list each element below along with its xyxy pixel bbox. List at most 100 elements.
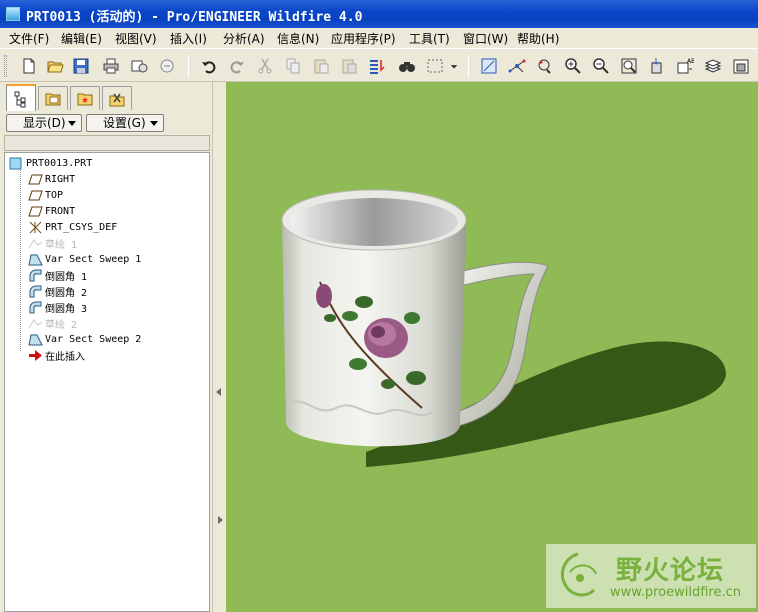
sketch-icon (27, 236, 43, 250)
tree-filter-bar[interactable] (4, 135, 210, 151)
new-icon[interactable] (18, 55, 40, 77)
tree-item-label: FRONT (45, 205, 76, 217)
saved-views-icon[interactable] (646, 55, 668, 77)
panel-splitter[interactable] (212, 82, 226, 612)
sweep-icon (27, 332, 43, 346)
tree-item-right[interactable]: RIGHT (27, 171, 75, 187)
refit-icon[interactable] (618, 55, 640, 77)
tree-item-label: 在此插入 (45, 351, 85, 363)
round-icon (27, 284, 43, 298)
forum-watermark: 野火论坛 www.proewildfire.cn (546, 544, 756, 608)
connections-tab-icon[interactable] (102, 86, 132, 110)
model-tree: PRT0013.PRT RIGHT TOP FRONT PRT_CSYS_DEF… (4, 152, 210, 612)
chevron-down-icon (150, 121, 158, 126)
datum-plane-icon (27, 188, 43, 202)
sketch-icon (27, 316, 43, 330)
tree-item-label: 倒圆角 2 (45, 287, 88, 299)
expand-right-icon[interactable] (218, 516, 223, 524)
redo-icon[interactable] (226, 55, 248, 77)
menu-window[interactable]: 窗口(W) (463, 30, 508, 47)
datum-plane-icon (27, 204, 43, 218)
toolbar-separator (188, 55, 189, 77)
round-icon (27, 300, 43, 314)
tree-item-sketch-2[interactable]: 草绘 2 (27, 315, 77, 331)
settings-label: 设置(G) (103, 116, 146, 130)
open-icon[interactable] (44, 55, 66, 77)
insert-here-icon (27, 348, 43, 362)
tree-item-part[interactable]: PRT0013.PRT (8, 155, 92, 171)
cut-icon[interactable] (254, 55, 276, 77)
find-icon[interactable] (396, 55, 418, 77)
mug-model-view (281, 189, 726, 467)
favorites-tab-icon[interactable] (70, 86, 100, 110)
toolbar-grip[interactable] (4, 55, 7, 77)
display-dropdown[interactable]: 显示(D) (6, 114, 82, 132)
toolbar-separator (468, 55, 469, 77)
menu-insert[interactable]: 插入(I) (170, 30, 207, 47)
tree-item-insert-here[interactable]: 在此插入 (27, 347, 85, 363)
undo-icon[interactable] (198, 55, 220, 77)
forum-logo-icon (561, 552, 597, 597)
menu-analysis[interactable]: 分析(A) (223, 30, 265, 47)
tree-item-round-3[interactable]: 倒圆角 3 (27, 299, 87, 315)
select-box-icon[interactable] (424, 55, 446, 77)
regenerate-icon[interactable] (366, 55, 388, 77)
paste-icon[interactable] (310, 55, 332, 77)
orient-icon[interactable] (534, 55, 556, 77)
tree-item-label: TOP (45, 189, 64, 201)
tree-item-var-sect-sweep-1[interactable]: Var Sect Sweep 1 (27, 251, 141, 267)
menu-help[interactable]: 帮助(H) (517, 30, 559, 47)
folder-browser-tab-icon[interactable] (38, 86, 68, 110)
tree-item-label: 倒圆角 3 (45, 303, 88, 315)
menu-info[interactable]: 信息(N) (277, 30, 319, 47)
view-manager-icon[interactable] (730, 55, 752, 77)
menu-applications[interactable]: 应用程序(P) (331, 30, 396, 47)
display-label: 显示(D) (23, 116, 66, 130)
graphics-window[interactable] (226, 82, 758, 612)
title-bar: PRT0013 (活动的) - Pro/ENGINEER Wildfire 4.… (0, 0, 758, 28)
mail-icon[interactable] (156, 55, 178, 77)
layers-icon[interactable] (702, 55, 724, 77)
tree-item-var-sect-sweep-2[interactable]: Var Sect Sweep 2 (27, 331, 141, 347)
send-mail-icon[interactable] (128, 55, 150, 77)
repaint-icon[interactable] (478, 55, 500, 77)
named-views-icon[interactable]: AB (674, 55, 696, 77)
tree-item-sketch-1[interactable]: 草绘 1 (27, 235, 77, 251)
chevron-down-icon[interactable] (448, 55, 460, 77)
tree-item-label: PRT0013.PRT (26, 157, 93, 169)
zoom-out-icon[interactable] (590, 55, 612, 77)
tree-item-label: Var Sect Sweep 2 (45, 333, 142, 345)
tree-item-round-2[interactable]: 倒圆角 2 (27, 283, 87, 299)
watermark-text: 野火论坛 (616, 556, 725, 586)
chevron-down-icon (68, 121, 76, 126)
tree-item-label: 草绘 2 (45, 319, 78, 331)
menu-view[interactable]: 视图(V) (115, 30, 157, 47)
paste-special-icon[interactable] (338, 55, 360, 77)
part-icon (8, 156, 24, 170)
copy-icon[interactable] (282, 55, 304, 77)
watermark-url: www.proewildfire.cn (610, 585, 741, 600)
tree-item-label: 倒圆角 1 (45, 271, 88, 283)
tree-item-label: RIGHT (45, 173, 76, 185)
menu-tools[interactable]: 工具(T) (409, 30, 450, 47)
tree-item-csys[interactable]: PRT_CSYS_DEF (27, 219, 117, 235)
collapse-left-icon[interactable] (216, 388, 221, 396)
zoom-in-icon[interactable] (562, 55, 584, 77)
save-icon[interactable] (70, 55, 92, 77)
settings-dropdown[interactable]: 设置(G) (86, 114, 164, 132)
menu-file[interactable]: 文件(F) (9, 30, 49, 47)
toolbar: AB (0, 48, 758, 82)
spin-center-icon[interactable] (506, 55, 528, 77)
tree-item-round-1[interactable]: 倒圆角 1 (27, 267, 87, 283)
print-icon[interactable] (100, 55, 122, 77)
tree-item-front[interactable]: FRONT (27, 203, 75, 219)
model-tree-tab-icon[interactable] (6, 84, 36, 111)
menu-bar: 文件(F) 编辑(E) 视图(V) 插入(I) 分析(A) 信息(N) 应用程序… (0, 28, 758, 48)
svg-text:AB: AB (687, 58, 694, 65)
csys-icon (27, 220, 43, 234)
sweep-icon (27, 252, 43, 266)
window-title: PRT0013 (活动的) - Pro/ENGINEER Wildfire 4.… (26, 10, 363, 25)
tree-item-label: 草绘 1 (45, 239, 78, 251)
tree-item-top[interactable]: TOP (27, 187, 63, 203)
menu-edit[interactable]: 编辑(E) (61, 30, 102, 47)
